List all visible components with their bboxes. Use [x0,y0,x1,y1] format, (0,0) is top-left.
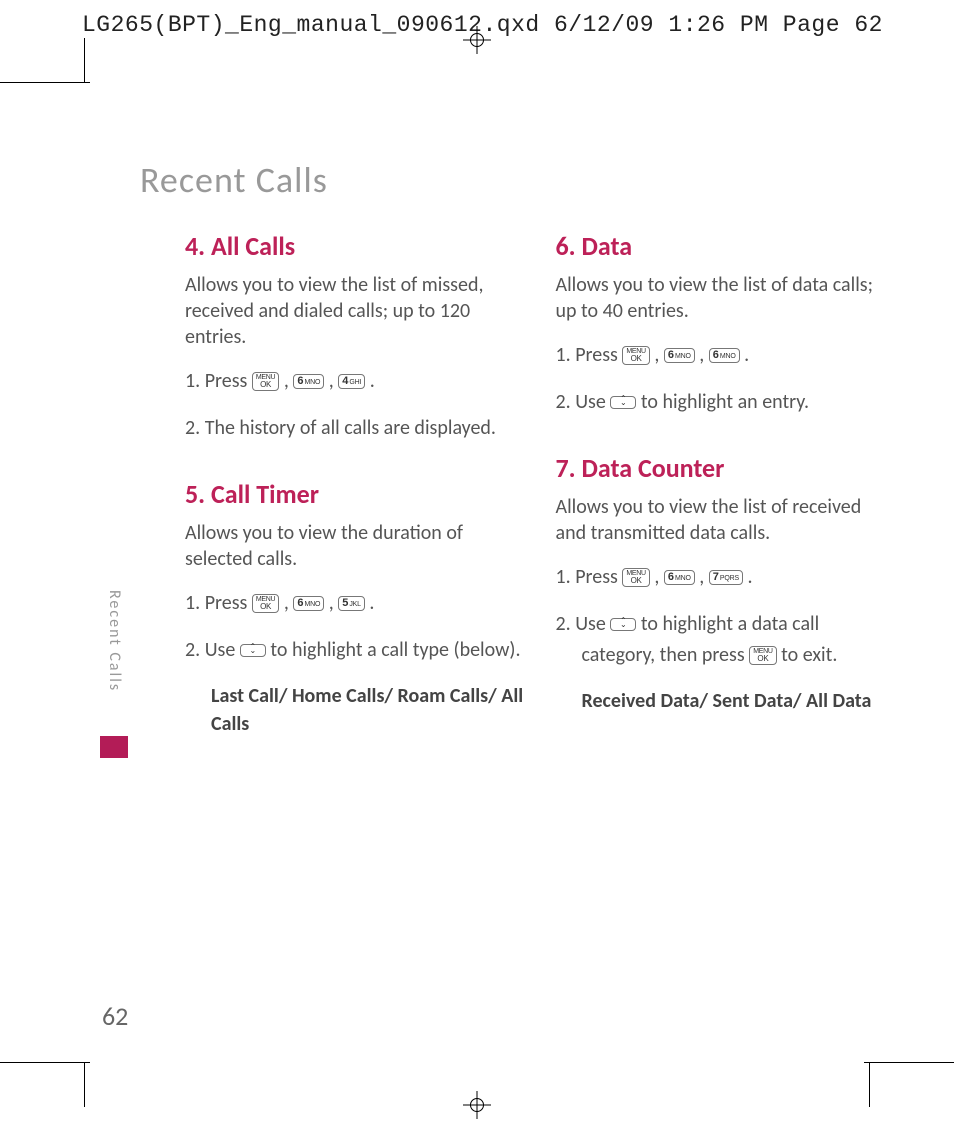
heading-call-timer: 5. Call Timer [185,478,524,510]
menu-ok-key-icon: MENUOK [252,594,279,613]
key-6-icon: 6MNO [664,348,695,363]
side-tab-marker [100,736,128,758]
content-area: 4. All Calls Allows you to view the list… [185,230,894,754]
options-data-counter: Received Data/ Sent Data/ All Data [556,687,895,715]
registration-mark-top [463,26,491,54]
step-4-2: 2. The history of all calls are displaye… [185,413,524,444]
registration-mark-bottom [463,1091,491,1119]
side-running-label: Recent Calls [105,590,124,692]
right-column: 6. Data Allows you to view the list of d… [556,230,895,754]
desc-data: Allows you to view the list of data call… [556,272,895,324]
key-6-icon: 6MNO [709,348,740,363]
key-6-icon: 6MNO [293,374,324,389]
menu-ok-key-icon: MENUOK [622,568,649,587]
heading-data-counter: 7. Data Counter [556,452,895,484]
crop-mark-bottom-left [0,1023,90,1063]
page-title: Recent Calls [140,158,328,202]
step-7-1: 1. Press MENUOK , 6MNO , 7PQRS . [556,562,895,593]
nav-updown-key-icon: ⌃⌄ [610,396,636,409]
desc-data-counter: Allows you to view the list of received … [556,494,895,546]
page-number: 62 [102,1000,128,1032]
step-7-2: 2. Use ⌃⌄ to highlight a data call categ… [556,609,895,671]
step-6-1: 1. Press MENUOK , 6MNO , 6MNO . [556,340,895,371]
crop-mark-top-left [0,82,90,122]
key-6-icon: 6MNO [664,570,695,585]
step-5-2: 2. Use ⌃⌄ to highlight a call type (belo… [185,635,524,666]
menu-ok-key-icon: MENUOK [622,346,649,365]
nav-updown-key-icon: ⌃⌄ [610,618,636,631]
desc-all-calls: Allows you to view the list of missed, r… [185,272,524,350]
nav-updown-key-icon: ⌃⌄ [240,644,266,657]
step-6-2: 2. Use ⌃⌄ to highlight an entry. [556,387,895,418]
heading-all-calls: 4. All Calls [185,230,524,262]
crop-mark-bottom-right [864,1023,954,1063]
key-5-icon: 5JKL [338,596,365,611]
menu-ok-key-icon: MENUOK [749,646,776,665]
menu-ok-key-icon: MENUOK [252,372,279,391]
key-6-icon: 6MNO [293,596,324,611]
heading-data: 6. Data [556,230,895,262]
desc-call-timer: Allows you to view the duration of selec… [185,520,524,572]
left-column: 4. All Calls Allows you to view the list… [185,230,524,754]
step-5-1: 1. Press MENUOK , 6MNO , 5JKL . [185,588,524,619]
key-4-icon: 4GHI [338,374,365,389]
key-7-icon: 7PQRS [709,570,743,585]
options-call-timer: Last Call/ Home Calls/ Roam Calls/ All C… [185,682,524,738]
step-4-1: 1. Press MENUOK , 6MNO , 4GHI . [185,366,524,397]
